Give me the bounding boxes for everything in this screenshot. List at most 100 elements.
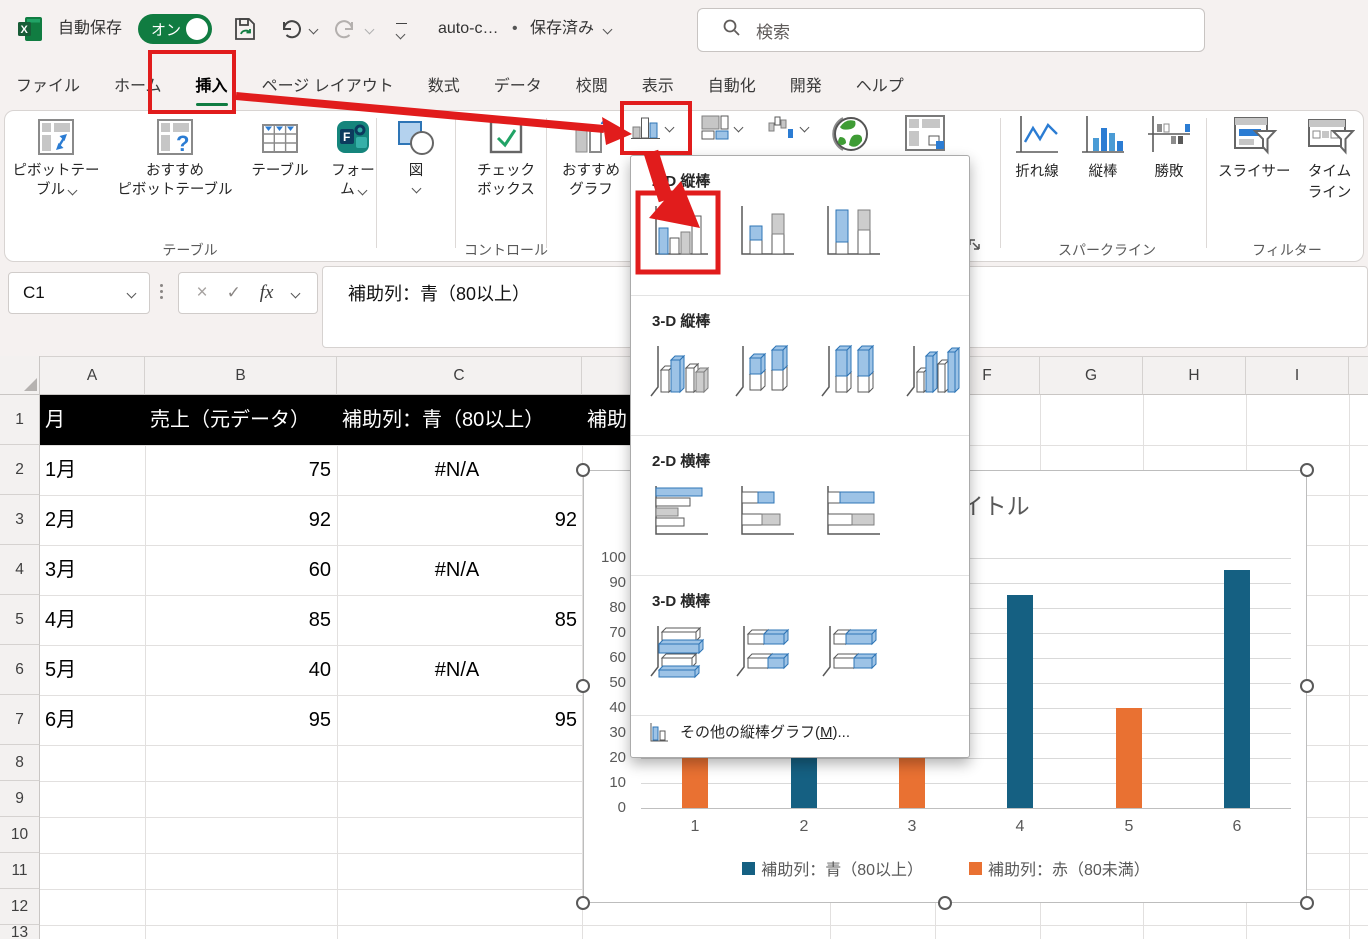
- more-column-charts-item[interactable]: その他の縦棒グラフ(M)...: [631, 706, 969, 757]
- y-tick-label: 60: [586, 649, 626, 666]
- select-all-triangle: [24, 378, 37, 391]
- cell-A7[interactable]: 6月: [45, 695, 141, 745]
- cell-A2[interactable]: 1月: [45, 445, 141, 495]
- cell-B6[interactable]: 40: [145, 645, 331, 695]
- chart-legend[interactable]: 補助列：青（80以上） 補助列：赤（80未満）: [584, 856, 1308, 880]
- chart-selection-handle[interactable]: [576, 679, 590, 693]
- cell-B5[interactable]: 85: [145, 595, 331, 645]
- column-header-G[interactable]: G: [1040, 356, 1143, 395]
- column-header-I[interactable]: I: [1246, 356, 1349, 395]
- bar-category-6[interactable]: [1224, 570, 1250, 808]
- cell-A3[interactable]: 2月: [45, 495, 141, 545]
- y-tick-label: 20: [586, 749, 626, 766]
- dropdown-section: 3-D 横棒: [631, 576, 969, 716]
- y-tick-label: 10: [586, 774, 626, 791]
- dropdown-section-title: 3-D 縦棒: [631, 296, 969, 331]
- x-tick-label: 6: [1217, 818, 1257, 836]
- dropdown-section-title: 2-D 横棒: [631, 436, 969, 471]
- chart-type-bar-stacked[interactable]: [731, 479, 799, 543]
- chart-selection-handle[interactable]: [1300, 463, 1314, 477]
- chart-type-col3-clustered[interactable]: [645, 339, 713, 403]
- row-header-10[interactable]: 10: [0, 817, 40, 853]
- cell-C4[interactable]: #N/A: [337, 545, 577, 595]
- cell-B7[interactable]: 95: [145, 695, 331, 745]
- column-header-A[interactable]: A: [40, 356, 145, 395]
- y-tick-label: 0: [586, 799, 626, 816]
- chart-selection-handle[interactable]: [576, 463, 590, 477]
- x-tick-label: 3: [892, 818, 932, 836]
- row-header-6[interactable]: 6: [0, 645, 40, 695]
- chart-type-col3-stacked[interactable]: [731, 339, 799, 403]
- chart-type-col-clustered[interactable]: [645, 199, 713, 263]
- cell-A1[interactable]: 月: [45, 395, 141, 445]
- chart-type-bar-100[interactable]: [817, 479, 885, 543]
- cell-C5[interactable]: 85: [337, 595, 577, 645]
- dropdown-section: 2-D 横棒: [631, 436, 969, 576]
- row-header-4[interactable]: 4: [0, 545, 40, 595]
- chart-selection-handle[interactable]: [576, 896, 590, 910]
- dropdown-section: 3-D 縦棒: [631, 296, 969, 436]
- gridline: [1349, 395, 1350, 939]
- chart-type-bar-clustered[interactable]: [645, 479, 713, 543]
- x-tick-label: 5: [1109, 818, 1149, 836]
- cell-C7[interactable]: 95: [337, 695, 577, 745]
- cell-B2[interactable]: 75: [145, 445, 331, 495]
- column-header-partial[interactable]: [1349, 356, 1368, 395]
- chart-type-col-100[interactable]: [817, 199, 885, 263]
- dropdown-section-title: 2-D 縦棒: [631, 156, 969, 191]
- cell-C2[interactable]: #N/A: [337, 445, 577, 495]
- legend-entry[interactable]: 補助列：青（80以上）: [742, 856, 923, 880]
- x-tick-label: 4: [1000, 818, 1040, 836]
- row-header-3[interactable]: 3: [0, 495, 40, 545]
- cell-A6[interactable]: 5月: [45, 645, 141, 695]
- chart-selection-handle[interactable]: [938, 896, 952, 910]
- bar-category-4[interactable]: [1007, 595, 1033, 808]
- chart-selection-handle[interactable]: [1300, 896, 1314, 910]
- row-header-2[interactable]: 2: [0, 445, 40, 495]
- chart-type-bar3-clustered[interactable]: [645, 619, 713, 683]
- more-column-charts-label: その他の縦棒グラフ(M)...: [680, 721, 850, 742]
- column-header-B[interactable]: B: [145, 356, 337, 395]
- bar-category-5[interactable]: [1116, 708, 1142, 808]
- x-axis-line: [641, 808, 1291, 809]
- column-header-H[interactable]: H: [1143, 356, 1246, 395]
- column-header-C[interactable]: C: [337, 356, 582, 395]
- row-header-9[interactable]: 9: [0, 781, 40, 817]
- row-header-5[interactable]: 5: [0, 595, 40, 645]
- chart-type-bar3-100[interactable]: [817, 619, 885, 683]
- chart-type-col3-depth[interactable]: [902, 339, 970, 403]
- cell-B3[interactable]: 92: [145, 495, 331, 545]
- row-header-8[interactable]: 8: [0, 745, 40, 781]
- cell-B1[interactable]: 売上（元データ）: [150, 395, 335, 445]
- legend-entry[interactable]: 補助列：赤（80未満）: [969, 856, 1150, 880]
- row-header-12[interactable]: 12: [0, 889, 40, 925]
- cell-C3[interactable]: 92: [337, 495, 577, 545]
- x-tick-label: 1: [675, 818, 715, 836]
- chart-selection-handle[interactable]: [1300, 679, 1314, 693]
- row-header-13[interactable]: 13: [0, 925, 40, 939]
- legend-swatch: [969, 862, 982, 875]
- y-tick-label: 30: [586, 724, 626, 741]
- cell-A5[interactable]: 4月: [45, 595, 141, 645]
- cell-C6[interactable]: #N/A: [337, 645, 577, 695]
- y-tick-label: 70: [586, 624, 626, 641]
- row-header-7[interactable]: 7: [0, 695, 40, 745]
- chart-type-bar3-stacked[interactable]: [731, 619, 799, 683]
- excel-window: X 自動保存 オン auto-c… • 保存済み 検索 ファイルホー: [0, 0, 1368, 939]
- cell-A4[interactable]: 3月: [45, 545, 141, 595]
- row-header-1[interactable]: 1: [0, 395, 40, 445]
- dropdown-section: 2-D 縦棒: [631, 156, 969, 296]
- cell-C1[interactable]: 補助列：青（80以上）: [342, 395, 580, 445]
- chart-type-col-stacked[interactable]: [731, 199, 799, 263]
- chart-type-dropdown: 2-D 縦棒 3-D 縦棒 2-D 横棒 3-D 横棒その他の縦棒グラフ(M)...: [630, 155, 970, 758]
- legend-swatch: [742, 862, 755, 875]
- legend-label: 補助列：青（80以上）: [761, 856, 923, 880]
- row-header-11[interactable]: 11: [0, 853, 40, 889]
- cell-B4[interactable]: 60: [145, 545, 331, 595]
- y-tick-label: 100: [586, 549, 626, 566]
- chart-type-col3-100[interactable]: [816, 339, 884, 403]
- y-tick-label: 90: [586, 574, 626, 591]
- y-tick-label: 40: [586, 699, 626, 716]
- gridline: [40, 925, 1368, 926]
- mini-column-chart-icon: [648, 721, 670, 743]
